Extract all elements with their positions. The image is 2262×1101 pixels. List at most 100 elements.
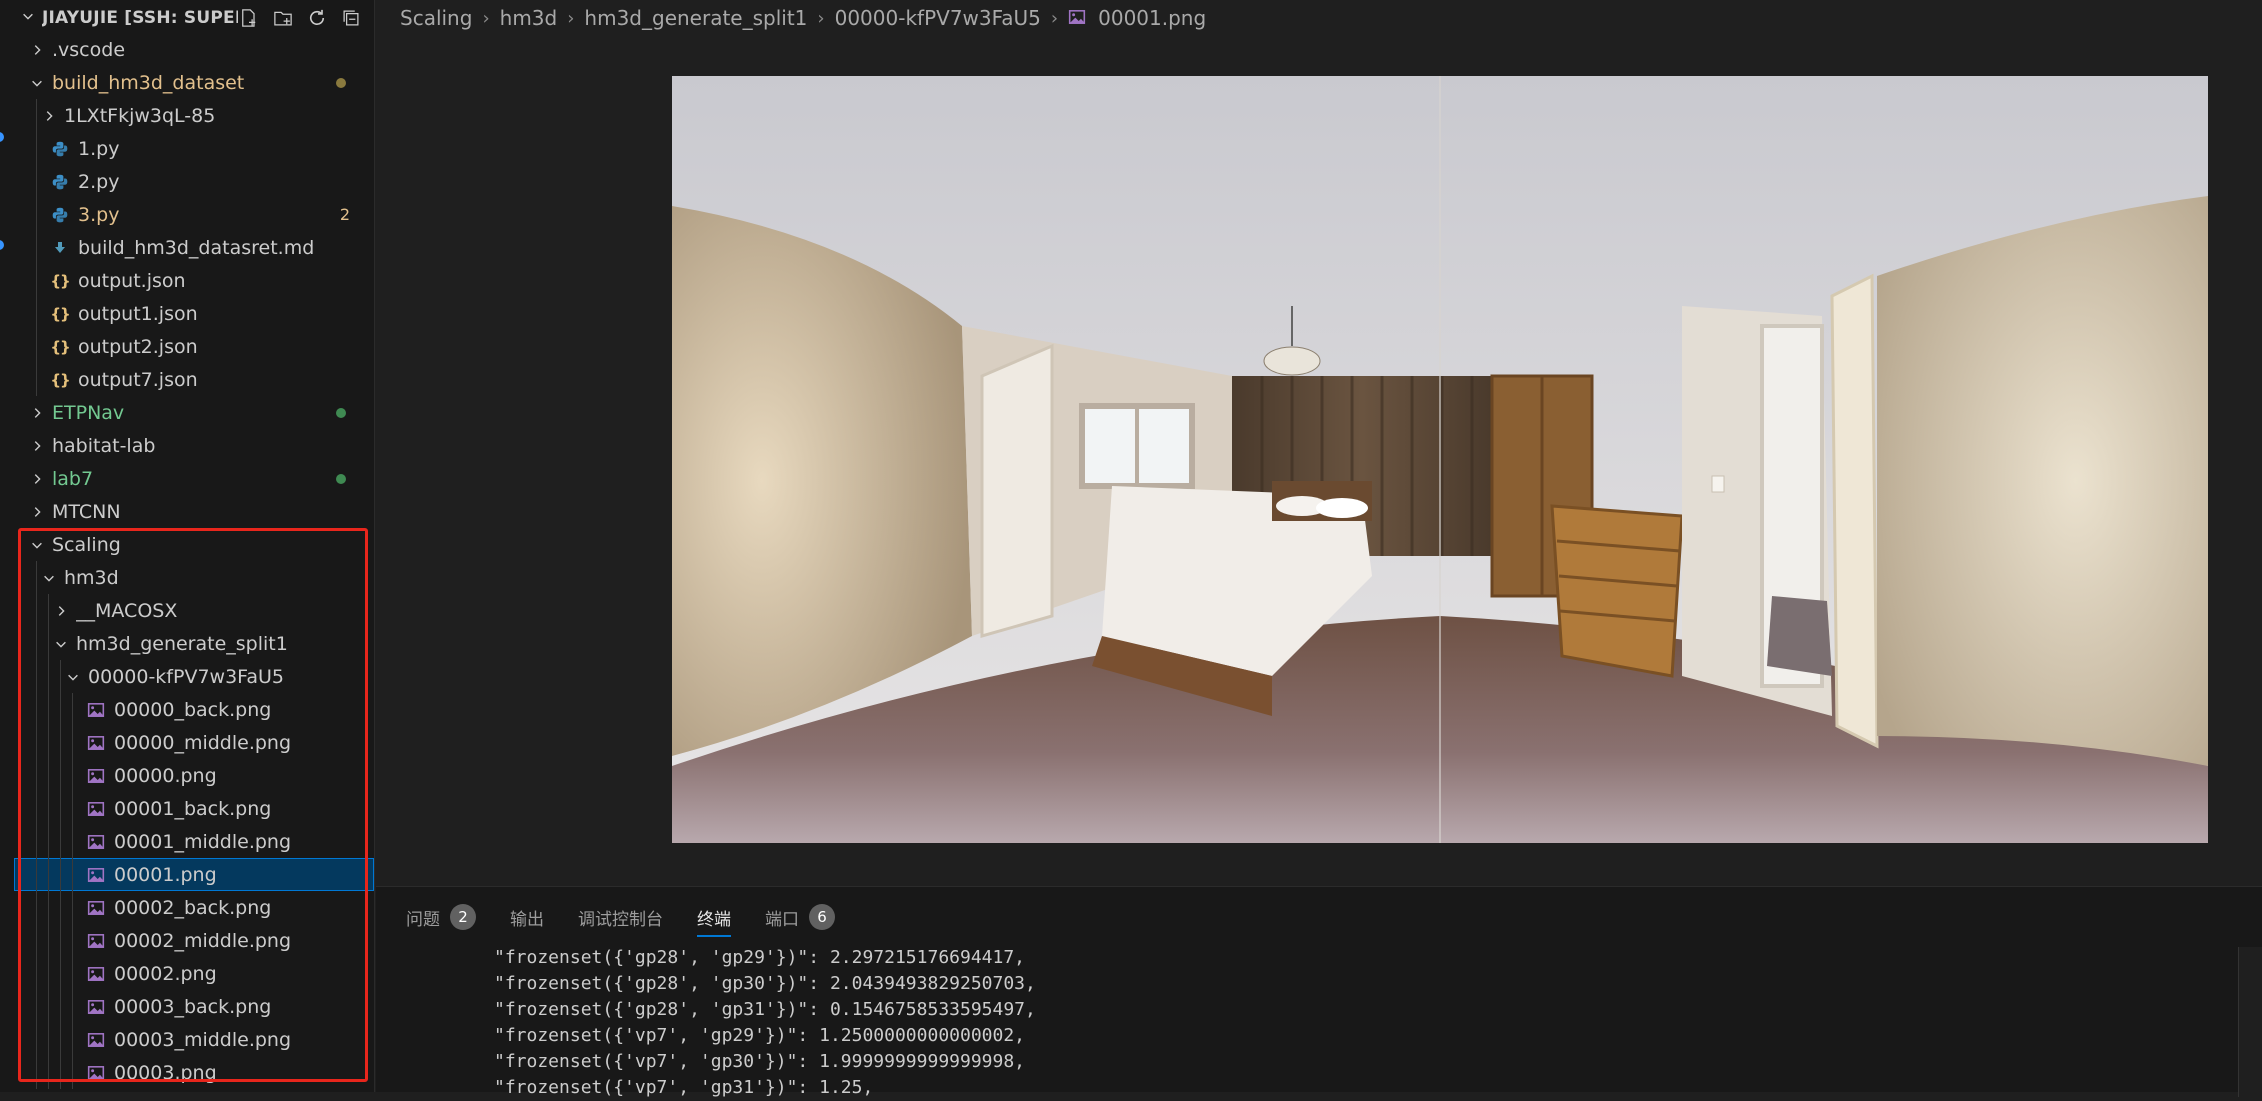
panel-tab[interactable]: 输出 — [510, 901, 544, 933]
new-folder-icon[interactable] — [272, 7, 294, 29]
tree-item-label: 00002_middle.png — [114, 930, 291, 952]
image-file-icon — [86, 931, 106, 951]
chevron-right-icon[interactable] — [28, 437, 46, 455]
indent-guide — [36, 759, 37, 792]
chevron-right-icon[interactable] — [28, 503, 46, 521]
tree-folder[interactable]: .vscode — [14, 33, 374, 66]
tree-folder[interactable]: hm3d — [14, 561, 374, 594]
tree-folder[interactable]: 00000-kfPV7w3FaU5 — [14, 660, 374, 693]
tree-item-label: 1LXtFkjw3qL-85 — [64, 105, 215, 127]
panel-tab[interactable]: 端口6 — [765, 901, 835, 933]
tree-file[interactable]: 00001_back.png — [14, 792, 374, 825]
terminal-output[interactable]: "frozenset({'gp28', 'gp29'})": 2.2972151… — [494, 945, 2242, 1101]
tree-folder[interactable]: 1LXtFkjw3qL-85 — [14, 99, 374, 132]
tree-file[interactable]: 00002.png — [14, 957, 374, 990]
tree-file[interactable]: 00000_middle.png — [14, 726, 374, 759]
indent-guide — [36, 792, 37, 825]
indent-guide — [48, 1023, 49, 1056]
tree-file[interactable]: 2.py — [14, 165, 374, 198]
image-file-icon — [86, 898, 106, 918]
indent-guide — [36, 660, 37, 693]
refresh-icon[interactable] — [306, 7, 328, 29]
panel-tab-label: 端口 — [765, 905, 799, 930]
tree-item-label: 00000_back.png — [114, 699, 271, 721]
indent-guide — [36, 264, 37, 297]
tree-file[interactable]: 00002_back.png — [14, 891, 374, 924]
tree-item-label: output7.json — [78, 369, 198, 391]
chevron-down-icon[interactable] — [28, 536, 46, 554]
panel-tab[interactable]: 调试控制台 — [578, 901, 663, 933]
indent-guide — [60, 660, 61, 693]
tree-file[interactable]: 00000_back.png — [14, 693, 374, 726]
tree-file[interactable]: build_hm3d_datasret.md — [14, 231, 374, 264]
breadcrumb-item[interactable]: Scaling — [400, 6, 472, 30]
terminal-line: "frozenset({'gp28', 'gp30'})": 2.0439493… — [494, 971, 2242, 997]
tree-folder[interactable]: build_hm3d_dataset — [14, 66, 374, 99]
indent-guide — [60, 693, 61, 726]
chevron-down-icon[interactable] — [52, 635, 70, 653]
indent-guide — [36, 891, 37, 924]
indent-guide — [60, 759, 61, 792]
tree-item-label: 00003.png — [114, 1062, 217, 1084]
indent-guide — [36, 231, 37, 264]
chevron-down-icon[interactable] — [14, 8, 42, 27]
collapse-all-icon[interactable] — [340, 7, 362, 29]
tree-file[interactable]: {}output2.json — [14, 330, 374, 363]
git-status-dot — [336, 78, 346, 88]
tree-item-label: MTCNN — [52, 501, 121, 523]
breadcrumb-item[interactable]: 00001.png — [1098, 6, 1206, 30]
new-file-icon[interactable] — [238, 7, 260, 29]
count-badge: 2 — [450, 904, 476, 930]
tree-file[interactable]: {}output.json — [14, 264, 374, 297]
chevron-right-icon[interactable] — [52, 602, 70, 620]
chevron-right-icon[interactable] — [40, 107, 58, 125]
tree-item-label: 00001_middle.png — [114, 831, 291, 853]
chevron-right-icon: › — [817, 8, 824, 29]
tree-folder[interactable]: __MACOSX — [14, 594, 374, 627]
indent-guide — [72, 957, 73, 990]
tree-folder[interactable]: Scaling — [14, 528, 374, 561]
tree-folder[interactable]: lab7 — [14, 462, 374, 495]
tree-folder[interactable]: MTCNN — [14, 495, 374, 528]
tree-item-label: 00000-kfPV7w3FaU5 — [88, 666, 284, 688]
chevron-down-icon[interactable] — [64, 668, 82, 686]
breadcrumb-item[interactable]: hm3d_generate_split1 — [584, 6, 807, 30]
breadcrumb-item[interactable]: 00000-kfPV7w3FaU5 — [835, 6, 1041, 30]
panel-tab[interactable]: 问题2 — [406, 901, 476, 933]
chevron-down-icon[interactable] — [28, 74, 46, 92]
indent-guide — [72, 825, 73, 858]
workspace-title[interactable]: JIAYUJIE [SSH: SUPER... — [42, 8, 238, 28]
tree-file[interactable]: 00000.png — [14, 759, 374, 792]
tree-item-label: hm3d — [64, 567, 119, 589]
tree-folder[interactable]: hm3d_generate_split1 — [14, 627, 374, 660]
python-file-icon — [50, 205, 70, 225]
indent-guide — [48, 957, 49, 990]
tree-file[interactable]: 3.py2 — [14, 198, 374, 231]
indent-guide — [36, 363, 37, 396]
tree-file[interactable]: {}output1.json — [14, 297, 374, 330]
chevron-right-icon[interactable] — [28, 404, 46, 422]
tree-file[interactable]: 00001.png — [14, 858, 374, 891]
tree-folder[interactable]: habitat-lab — [14, 429, 374, 462]
tree-item-label: 3.py — [78, 204, 119, 226]
tree-file[interactable]: 00001_middle.png — [14, 825, 374, 858]
breadcrumb-item[interactable]: hm3d — [500, 6, 558, 30]
tree-file[interactable]: 00003.png — [14, 1056, 374, 1089]
tree-file[interactable]: {}output7.json — [14, 363, 374, 396]
tree-file[interactable]: 00002_middle.png — [14, 924, 374, 957]
chevron-right-icon[interactable] — [28, 41, 46, 59]
tree-file[interactable]: 00003_middle.png — [14, 1023, 374, 1056]
tree-item-label: output1.json — [78, 303, 198, 325]
panel-tab[interactable]: 终端 — [697, 901, 731, 933]
terminal-scrollbar[interactable] — [2238, 947, 2262, 1097]
tree-folder[interactable]: ETPNav — [14, 396, 374, 429]
indent-guide — [60, 726, 61, 759]
indent-guide — [72, 792, 73, 825]
chevron-down-icon[interactable] — [40, 569, 58, 587]
breadcrumb: Scaling›hm3d›hm3d_generate_split1›00000-… — [400, 0, 1206, 36]
chevron-right-icon: › — [567, 8, 574, 29]
tree-file[interactable]: 1.py — [14, 132, 374, 165]
indent-guide — [36, 561, 37, 594]
tree-file[interactable]: 00003_back.png — [14, 990, 374, 1023]
chevron-right-icon[interactable] — [28, 470, 46, 488]
